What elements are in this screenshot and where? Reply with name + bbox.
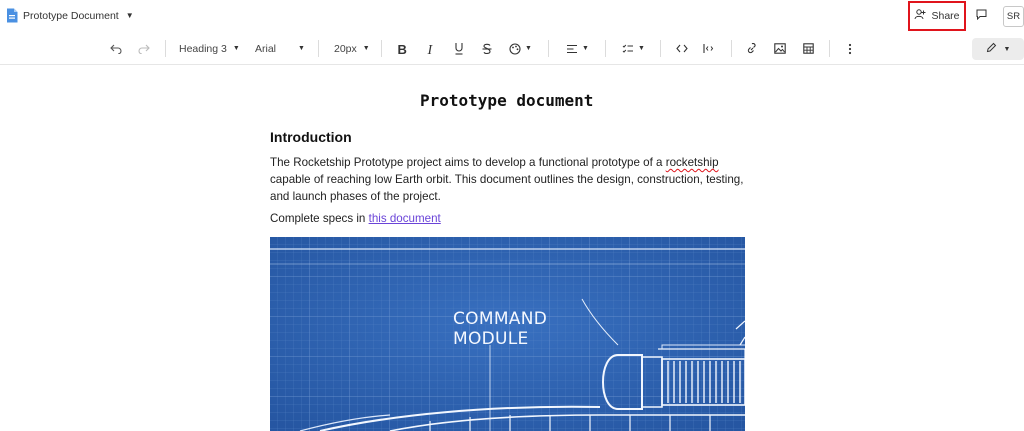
italic-icon: I [426,43,436,55]
insert-table-button[interactable] [801,39,815,58]
blueprint-label-line2: MODULE [453,329,529,349]
comment-button[interactable] [972,7,990,25]
svg-text:I: I [427,43,434,55]
font-family-value: Arial [255,42,277,55]
text-color-dropdown[interactable]: ▼ [509,39,532,58]
link-icon [746,42,758,55]
caret-down-icon: ▼ [1003,45,1011,53]
toolbar-separator [381,40,382,57]
bold-button[interactable]: B [395,39,409,58]
top-bar: Prototype Document ▼ Share SR [0,0,1024,32]
blueprint-label: COMMAND MODULE [453,309,547,349]
font-size-value: 20px [334,42,357,55]
toolbar-separator [829,40,830,57]
strikethrough-button[interactable] [480,39,494,58]
underline-button[interactable] [452,39,466,58]
avatar[interactable]: SR [1003,6,1024,27]
undo-icon [110,44,122,54]
document-icon [6,8,18,23]
intro-text-start: The Rocketship Prototype project aims to… [270,156,666,169]
intro-text-end: capable of reaching low Earth orbit. Thi… [270,173,744,203]
section-heading: Introduction [270,129,352,145]
code-block-button[interactable] [702,39,716,58]
italic-button[interactable]: I [424,39,438,58]
toolbar-separator [660,40,661,57]
align-dropdown[interactable]: ▼ [566,39,589,58]
specs-prefix: Complete specs in [270,212,369,225]
toolbar-separator [165,40,166,57]
editing-mode-dropdown[interactable]: ▼ [972,38,1024,60]
toolbar-separator [318,40,319,57]
block-style-value: Heading 3 [179,42,227,55]
redo-button[interactable] [136,39,152,58]
toolbar-separator [731,40,732,57]
comment-icon [976,7,987,25]
block-style-dropdown[interactable]: Heading 3 ▼ [179,39,240,58]
document-heading: Prototype document [420,91,594,110]
caret-down-icon: ▼ [362,45,370,52]
underline-icon [454,42,464,55]
toolbar-separator [548,40,549,57]
strikethrough-icon [482,43,492,55]
code-icon [676,44,688,53]
align-left-icon [566,44,578,54]
insert-link-button[interactable] [745,39,759,58]
image-icon [774,43,786,54]
palette-icon [509,42,521,55]
font-size-dropdown[interactable]: 20px ▼ [334,39,370,58]
blueprint-label-line1: COMMAND [453,309,548,329]
table-icon [802,43,814,54]
insert-image-button[interactable] [773,39,787,58]
more-options-button[interactable] [843,39,857,58]
bold-icon: B [397,43,407,55]
caret-down-icon: ▼ [232,45,240,52]
blueprint-image[interactable]: COMMAND MODULE [270,237,745,431]
document-title: Prototype Document [23,9,119,22]
checklist-icon [622,44,634,54]
code-block-icon [703,43,715,54]
pencil-icon [986,40,997,58]
font-family-dropdown[interactable]: Arial ▼ [255,39,305,58]
specs-link[interactable]: this document [369,212,441,225]
more-vertical-icon [848,43,852,55]
caret-down-icon: ▼ [582,45,589,52]
share-button[interactable]: Share [908,1,966,31]
svg-text:B: B [398,43,407,55]
specs-paragraph: Complete specs in this document [270,212,441,225]
redo-icon [138,44,150,54]
caret-down-icon: ▼ [638,45,645,52]
code-button[interactable] [675,39,689,58]
intro-paragraph: The Rocketship Prototype project aims to… [270,154,746,205]
misspelled-word[interactable]: rocketship [666,156,719,169]
caret-down-icon: ▼ [298,45,305,52]
formatting-toolbar: Heading 3 ▼ Arial ▼ 20px ▼ B I ▼ ▼ ▼ ▼ [0,32,1024,65]
document-title-menu[interactable]: Prototype Document ▼ [6,8,134,23]
share-button-label: Share [931,10,960,22]
caret-down-icon: ▼ [125,11,134,20]
list-dropdown[interactable]: ▼ [622,39,645,58]
caret-down-icon: ▼ [525,45,532,52]
undo-button[interactable] [108,39,124,58]
toolbar-separator [605,40,606,57]
share-user-icon [914,9,926,23]
